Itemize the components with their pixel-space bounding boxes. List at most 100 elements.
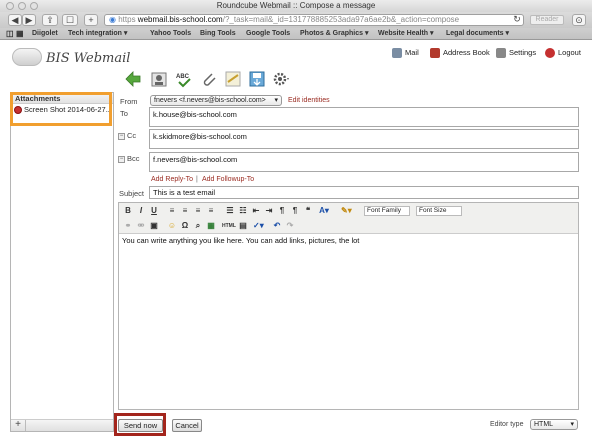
table-icon[interactable]: ▦: [206, 221, 216, 231]
bullet-list-icon[interactable]: ☰: [225, 206, 235, 216]
edit-identities-link[interactable]: Edit identities: [288, 97, 330, 104]
logo-cloud-icon: [12, 48, 42, 66]
new-tab-button[interactable]: +: [84, 14, 98, 26]
underline-icon[interactable]: U: [149, 206, 159, 216]
redo-icon[interactable]: ↷: [285, 221, 295, 231]
forward-button[interactable]: ▶: [22, 14, 36, 26]
bcc-label: Bcc: [127, 154, 140, 163]
numbered-list-icon[interactable]: ☷: [238, 206, 248, 216]
reload-icon[interactable]: ↻: [512, 14, 522, 26]
to-field[interactable]: k.house@bis-school.com: [149, 107, 579, 127]
link-icon[interactable]: ⚭: [123, 221, 133, 231]
remove-bcc-icon[interactable]: −: [118, 155, 125, 163]
webmail-header: BIS Webmail Mail Address Book Settings L…: [0, 40, 592, 70]
text-color-icon[interactable]: A▾: [319, 206, 329, 216]
font-family-select[interactable]: Font Family: [364, 206, 410, 216]
background-color-icon[interactable]: ✎▾: [341, 206, 352, 216]
remove-cc-icon[interactable]: −: [118, 132, 125, 140]
bookmark-item[interactable]: Website Health ▾: [378, 29, 434, 39]
search-replace-icon[interactable]: ⌕: [193, 221, 203, 231]
url-scheme: https: [118, 15, 136, 24]
top-sites-icon[interactable]: ▦: [16, 29, 24, 39]
bookmark-item[interactable]: Yahoo Tools: [150, 29, 191, 39]
align-center-icon[interactable]: ≡: [180, 206, 190, 216]
logout-icon: [545, 48, 555, 59]
add-attachment-button[interactable]: +: [11, 420, 26, 431]
emoticon-icon[interactable]: ☺: [167, 221, 177, 231]
back-button[interactable]: ◀: [8, 14, 22, 26]
align-justify-icon[interactable]: ≡: [206, 206, 216, 216]
bookmark-item[interactable]: Photos & Graphics ▾: [300, 29, 368, 39]
editor-toolbar: B I U ≡ ≡ ≡ ≡ ☰ ☷ ⇤ ⇥ ¶ ¶ ❝ A▾ ✎▾ Font F…: [119, 203, 578, 234]
bookmark-item[interactable]: Tech integration ▾: [68, 29, 127, 39]
add-reply-to-link[interactable]: Add Reply-To: [151, 176, 193, 183]
link-separator: |: [196, 176, 198, 183]
bookmark-item[interactable]: Bing Tools: [200, 29, 236, 39]
message-editor: B I U ≡ ≡ ≡ ≡ ☰ ☷ ⇤ ⇥ ¶ ¶ ❝ A▾ ✎▾ Font F…: [118, 202, 579, 410]
attach-icon[interactable]: [200, 70, 218, 88]
special-char-icon[interactable]: Ω: [180, 221, 190, 231]
cancel-button[interactable]: Cancel: [172, 419, 202, 432]
undo-icon[interactable]: ↶: [272, 221, 282, 231]
html-source-icon[interactable]: HTML: [222, 221, 236, 231]
unlink-icon[interactable]: ⚮: [136, 221, 146, 231]
bookmarks-bar: ◫ ▦ Diigolet Tech integration ▾ Yahoo To…: [0, 28, 592, 40]
bookmark-item[interactable]: Google Tools: [246, 29, 290, 39]
align-right-icon[interactable]: ≡: [193, 206, 203, 216]
subject-field[interactable]: This is a test email: [149, 186, 579, 199]
image-icon[interactable]: ▣: [149, 221, 159, 231]
attachments-panel: Attachments Screen Shot 2014-06-27... +: [10, 92, 114, 432]
address-bar[interactable]: ◉ https webmail.bis-school.com/?_task=ma…: [104, 14, 524, 26]
nav-address-book-label: Address Book: [443, 48, 490, 57]
font-family-value: Font Family: [367, 207, 401, 214]
nav-logout[interactable]: Logout: [545, 48, 581, 59]
ltr-icon[interactable]: ¶: [277, 206, 287, 216]
nav-settings-label: Settings: [509, 48, 537, 57]
font-size-select[interactable]: Font Size: [416, 206, 462, 216]
editor-body-text[interactable]: You can write anything you like here. Yo…: [122, 236, 359, 245]
window-titlebar: Roundcube Webmail :: Compose a message: [0, 0, 592, 12]
nav-settings[interactable]: Settings: [496, 48, 537, 59]
bcc-field[interactable]: f.nevers@bis-school.com: [149, 152, 579, 172]
save-draft-icon[interactable]: [248, 70, 266, 88]
spellcheck-toggle-icon[interactable]: ✓▾: [253, 221, 264, 231]
italic-icon[interactable]: I: [136, 206, 146, 216]
spellcheck-icon[interactable]: ABC: [175, 70, 193, 88]
from-select[interactable]: fnevers <f.nevers@bis-school.com> ▾: [150, 95, 282, 106]
close-window-icon[interactable]: [6, 2, 14, 10]
signature-icon[interactable]: [224, 70, 242, 88]
back-arrow-icon[interactable]: [124, 70, 142, 88]
add-followup-to-link[interactable]: Add Followup-To: [202, 176, 254, 183]
nav-mail-label: Mail: [405, 48, 419, 57]
settings-icon: [496, 48, 506, 59]
minimize-window-icon[interactable]: [18, 2, 26, 10]
bookmark-item[interactable]: Legal documents ▾: [446, 29, 509, 39]
bcc-row-label: − Bcc: [118, 154, 140, 163]
options-gear-icon[interactable]: [272, 70, 290, 88]
bookmark-item[interactable]: Diigolet: [32, 29, 58, 39]
align-left-icon[interactable]: ≡: [167, 206, 177, 216]
reading-list-icon[interactable]: ◫: [6, 29, 14, 39]
media-icon[interactable]: ▤: [238, 221, 248, 231]
nav-address-book[interactable]: Address Book: [430, 48, 490, 59]
bold-icon[interactable]: B: [123, 206, 133, 216]
reader-button[interactable]: Reader: [530, 15, 564, 25]
outdent-icon[interactable]: ⇤: [251, 206, 261, 216]
cc-label: Cc: [127, 131, 137, 140]
indent-icon[interactable]: ⇥: [264, 206, 274, 216]
address-book-picker-icon[interactable]: [150, 70, 168, 88]
logo-text: BIS Webmail: [46, 51, 131, 66]
share-icon[interactable]: ⇪: [42, 14, 58, 26]
to-label: To: [120, 109, 128, 118]
url-domain: webmail.bis-school.com: [137, 15, 223, 24]
editor-type-select[interactable]: HTML ▾: [530, 419, 578, 430]
blockquote-icon[interactable]: ❝: [303, 206, 313, 216]
nav-mail[interactable]: Mail: [392, 48, 419, 59]
zoom-window-icon[interactable]: [30, 2, 38, 10]
attachments-footer: +: [11, 419, 113, 431]
downloads-icon[interactable]: ⊙: [572, 14, 586, 26]
cc-field[interactable]: k.skidmore@bis-school.com: [149, 129, 579, 149]
rtl-icon[interactable]: ¶: [290, 206, 300, 216]
bookmarks-icon[interactable]: ☐: [62, 14, 78, 26]
cc-row-label: − Cc: [118, 131, 136, 140]
